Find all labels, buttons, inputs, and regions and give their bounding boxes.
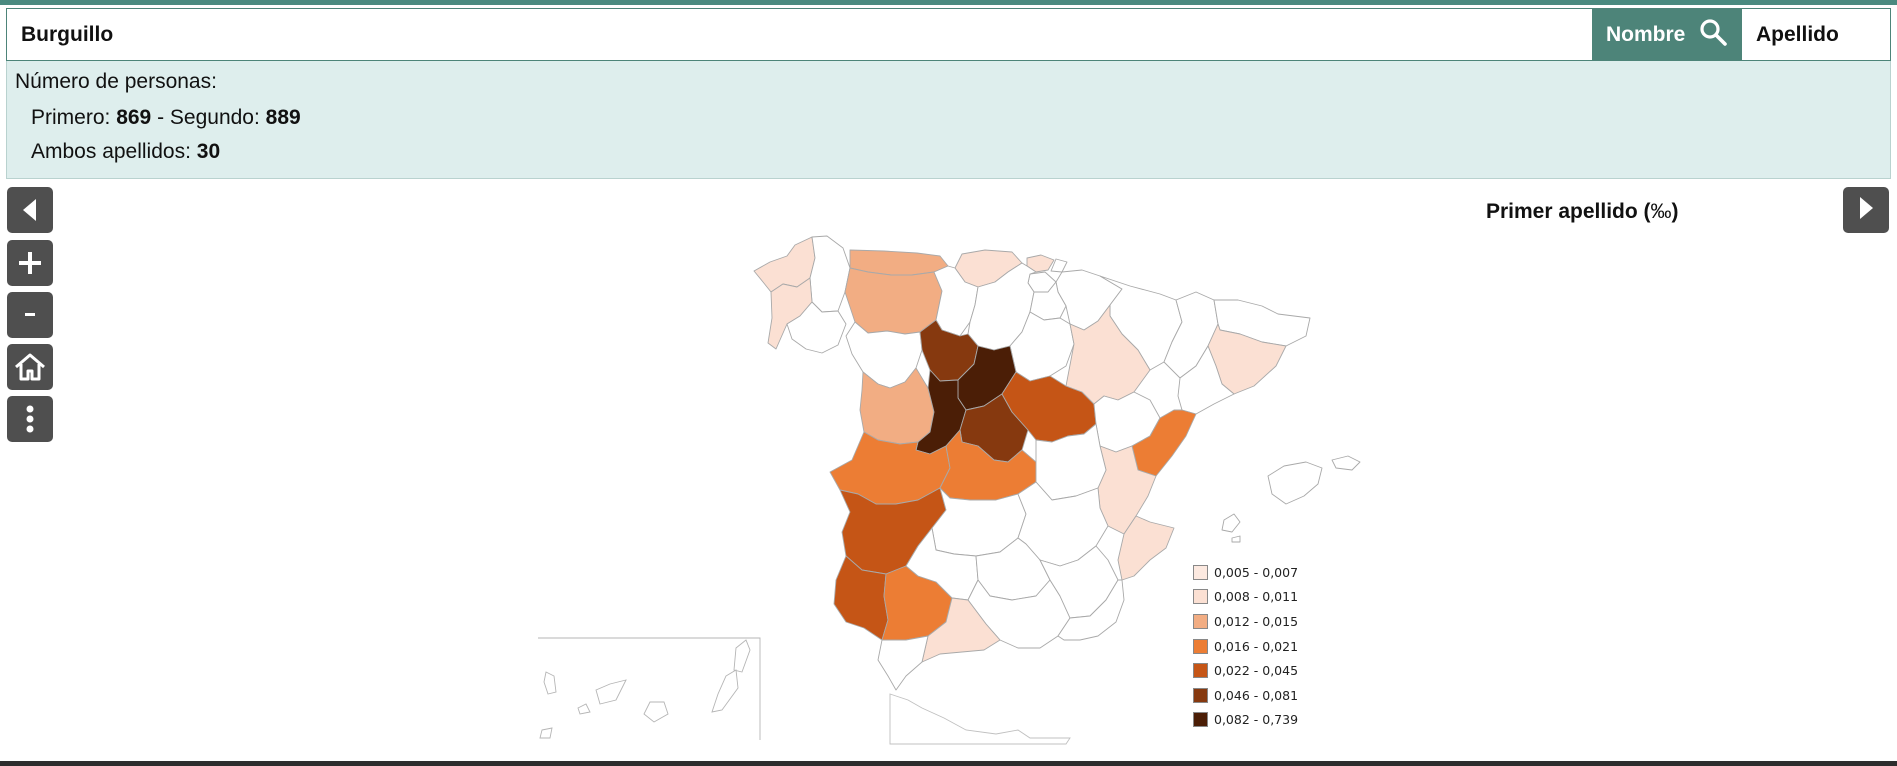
province-leon <box>844 267 943 335</box>
legend-label: 0,016 - 0,021 <box>1214 638 1299 654</box>
legend-label: 0,022 - 0,045 <box>1214 663 1299 679</box>
legend-swatch <box>1193 663 1208 679</box>
spain-provinces-map <box>538 235 1361 745</box>
map-legend: 0,005 - 0,007 0,008 - 0,011 0,012 - 0,015 0… <box>1193 560 1298 732</box>
legend-item: 0,005 - 0,007 <box>1193 560 1298 585</box>
island-mallorca <box>1267 461 1323 505</box>
legend-label: 0,012 - 0,015 <box>1214 613 1299 629</box>
legend-swatch <box>1193 687 1208 703</box>
legend-label: 0,008 - 0,011 <box>1214 589 1299 605</box>
legend-swatch <box>1193 613 1208 629</box>
island-la-gomera <box>577 703 591 715</box>
province-cadiz <box>877 635 929 691</box>
island-formentera <box>1231 535 1241 543</box>
legend-label: 0,005 - 0,007 <box>1214 564 1299 580</box>
legend-item: 0,008 - 0,011 <box>1193 585 1298 610</box>
north-africa-outline <box>889 693 1071 745</box>
bottom-window-edge <box>0 761 1897 766</box>
canary-islands-inset <box>538 637 761 740</box>
legend-item: 0,022 - 0,045 <box>1193 658 1298 683</box>
island-ibiza <box>1221 513 1241 533</box>
island-lanzarote <box>733 639 751 673</box>
province-lugo <box>809 235 851 313</box>
legend-label: 0,082 - 0,739 <box>1214 712 1299 728</box>
island-el-hierro <box>539 727 553 739</box>
island-la-palma <box>543 671 557 695</box>
island-tenerife <box>595 679 627 705</box>
legend-item: 0,012 - 0,015 <box>1193 609 1298 634</box>
legend-swatch <box>1193 712 1208 728</box>
island-gran-canaria <box>643 701 669 723</box>
legend-item: 0,016 - 0,021 <box>1193 634 1298 659</box>
island-menorca <box>1331 455 1361 471</box>
legend-swatch <box>1193 589 1208 605</box>
legend-label: 0,046 - 0,081 <box>1214 687 1299 703</box>
legend-item: 0,046 - 0,081 <box>1193 683 1298 708</box>
legend-swatch <box>1193 564 1208 580</box>
legend-item: 0,082 - 0,739 <box>1193 708 1298 733</box>
legend-swatch <box>1193 638 1208 654</box>
island-fuerteventura <box>711 669 739 713</box>
